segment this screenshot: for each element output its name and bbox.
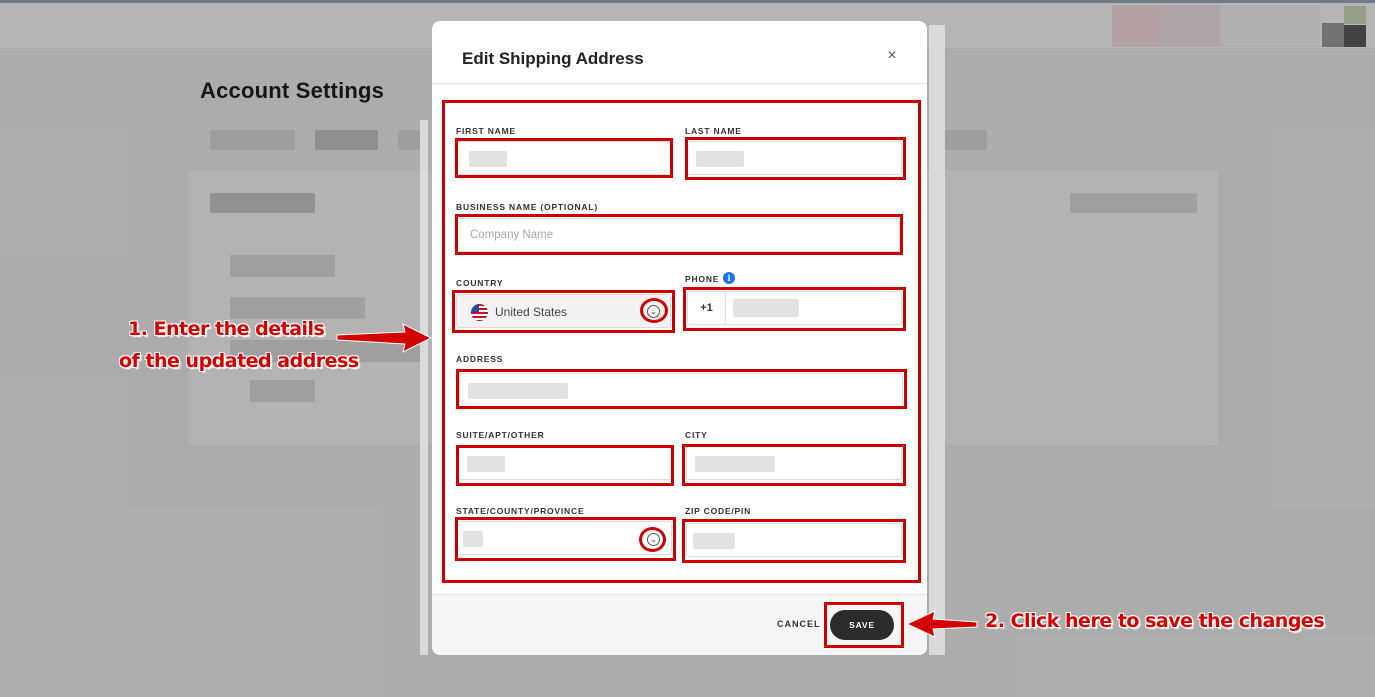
modal-backdrop-edge (420, 120, 428, 655)
business-name-highlight (455, 214, 903, 255)
address-highlight (456, 369, 907, 409)
last-name-highlight (685, 137, 906, 180)
close-icon[interactable]: × (884, 47, 900, 65)
modal-backdrop-edge (929, 25, 945, 655)
step1-text-line1: 1. Enter the details (128, 318, 325, 340)
save-highlight (824, 602, 904, 648)
step1-arrow-icon (336, 323, 433, 353)
first-name-highlight (455, 138, 673, 178)
cancel-button[interactable]: CANCEL (777, 619, 821, 629)
modal-title: Edit Shipping Address (462, 49, 644, 68)
phone-highlight (683, 287, 906, 331)
city-highlight (682, 444, 906, 486)
modal-header: Edit Shipping Address × (432, 21, 927, 84)
country-chevron-highlight (640, 298, 668, 323)
zip-highlight (682, 519, 906, 563)
step2-text: 2. Click here to save the changes (985, 610, 1325, 632)
step2-arrow-icon (905, 610, 978, 638)
step1-text-line2: of the updated address (119, 350, 359, 372)
state-chevron-highlight (639, 527, 666, 552)
suite-highlight (456, 445, 674, 486)
